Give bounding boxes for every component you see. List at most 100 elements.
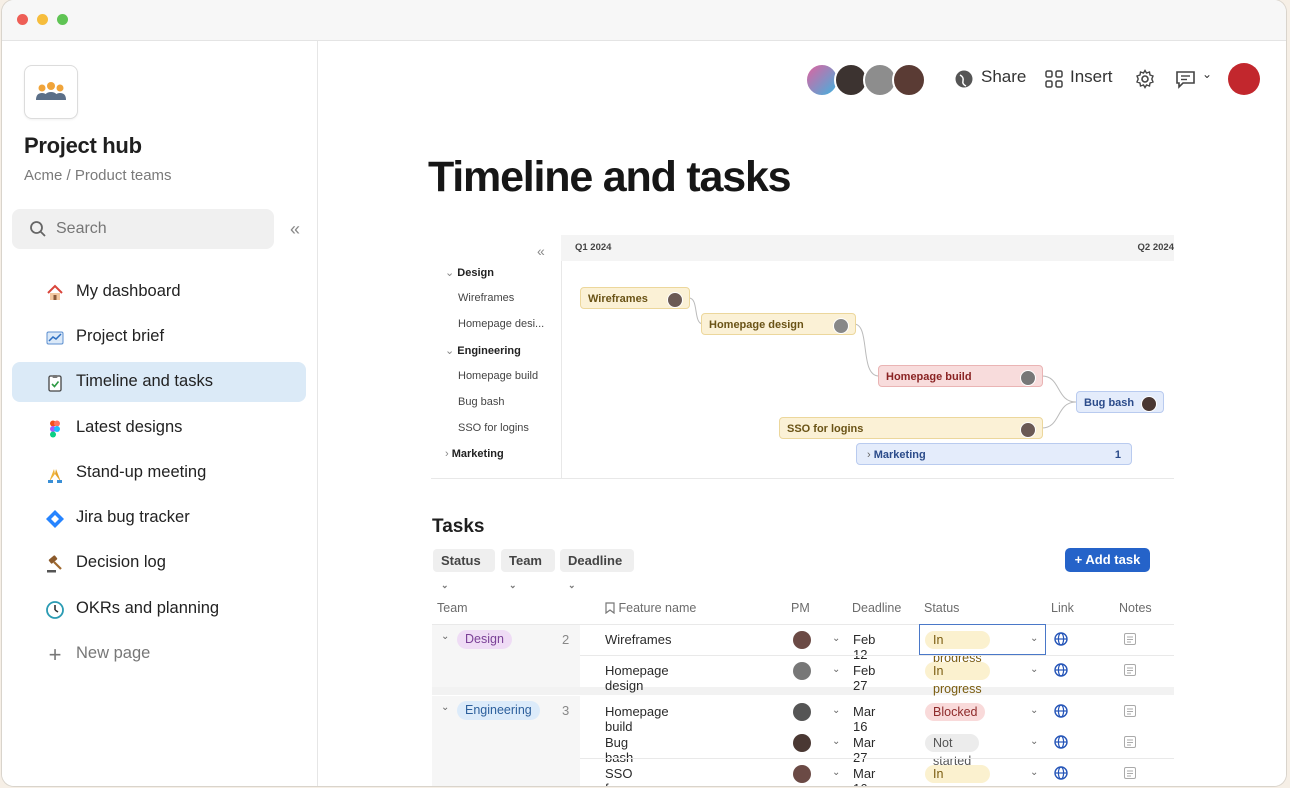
sidebar-item-jira-bug-tracker[interactable]: Jira bug tracker xyxy=(12,498,306,538)
chevron-down-icon[interactable]: ⌄ xyxy=(832,664,840,675)
deadline-value[interactable]: Feb 12 xyxy=(853,632,875,662)
close-window-button[interactable] xyxy=(17,14,28,25)
chevron-down-icon[interactable]: ⌄ xyxy=(1030,767,1038,778)
page-title: Timeline and tasks xyxy=(428,153,792,201)
sidebar-item-my-dashboard[interactable]: My dashboard xyxy=(12,272,306,312)
maximize-window-button[interactable] xyxy=(57,14,68,25)
nav-label: Decision log xyxy=(76,553,166,571)
insert-label: Insert xyxy=(1070,67,1113,86)
feature-name[interactable]: Wireframes xyxy=(605,632,671,647)
notes-icon[interactable] xyxy=(1124,633,1136,645)
chevron-down-icon[interactable]: ⌄ xyxy=(1030,705,1038,716)
chevron-down-icon[interactable]: ⌄ xyxy=(832,705,840,716)
notes-icon[interactable] xyxy=(1124,736,1136,748)
column-header-status[interactable]: Status xyxy=(924,601,959,615)
status-badge[interactable]: In progress xyxy=(925,765,990,786)
sidebar-item-timeline-and-tasks[interactable]: Timeline and tasks xyxy=(12,362,306,402)
people-icon xyxy=(36,82,66,100)
timeline-bar-homepage-build[interactable]: Homepage build xyxy=(878,365,1043,387)
bar-label: Homepage design xyxy=(709,319,804,331)
sidebar-item-okrs-and-planning[interactable]: OKRs and planning xyxy=(12,589,306,629)
deadline-value[interactable]: Mar 16 xyxy=(853,704,875,734)
nav-label: Jira bug tracker xyxy=(76,508,190,526)
chevron-down-icon[interactable]: ⌄ xyxy=(441,702,449,713)
search-input[interactable]: Search xyxy=(12,209,274,249)
notes-icon[interactable] xyxy=(1124,664,1136,676)
avatar[interactable] xyxy=(793,631,811,649)
chevron-down-icon[interactable]: ⌄ xyxy=(441,631,449,642)
bar-label: SSO for logins xyxy=(787,423,864,435)
timeline-bar-homepage-design[interactable]: Homepage design xyxy=(701,313,856,335)
workspace-title: Project hub xyxy=(24,133,142,158)
bar-label: Homepage build xyxy=(886,371,972,383)
globe-icon[interactable] xyxy=(1054,704,1068,718)
globe-icon[interactable] xyxy=(1054,766,1068,780)
status-badge[interactable]: Blocked xyxy=(925,703,986,721)
chevron-down-icon[interactable]: ⌄ xyxy=(1030,736,1038,747)
grid-icon xyxy=(1045,70,1063,88)
sidebar-item-stand-up-meeting[interactable]: Stand-up meeting xyxy=(12,453,306,493)
chevron-right-icon: › xyxy=(867,449,874,461)
status-badge[interactable]: Not started xyxy=(925,734,980,768)
filter-deadline[interactable]: Deadline ⌄ xyxy=(560,549,634,590)
chevron-down-icon[interactable]: ⌄ xyxy=(832,767,840,778)
column-header-feature[interactable]: Feature name xyxy=(605,601,696,615)
feature-name[interactable]: Homepage design xyxy=(605,663,669,693)
column-header-link[interactable]: Link xyxy=(1051,601,1074,615)
minimize-window-button[interactable] xyxy=(37,14,48,25)
sidebar-item-latest-designs[interactable]: Latest designs xyxy=(12,408,306,448)
deadline-value[interactable]: Feb 27 xyxy=(853,663,875,693)
settings-button[interactable] xyxy=(1135,67,1157,91)
notes-icon[interactable] xyxy=(1124,767,1136,779)
sidebar-item-project-brief[interactable]: Project brief xyxy=(12,317,306,357)
column-header-team[interactable]: Team xyxy=(437,601,468,615)
avatar[interactable] xyxy=(793,662,811,680)
timeline-bar-marketing[interactable]: › Marketing 1 xyxy=(856,443,1132,465)
workspace-logo[interactable] xyxy=(24,65,78,119)
user-avatar[interactable] xyxy=(1228,63,1260,95)
team-badge-engineering[interactable]: Engineering xyxy=(457,701,540,720)
timeline-bar-sso-for-logins[interactable]: SSO for logins xyxy=(779,417,1043,439)
deadline-value[interactable]: Mar 27 xyxy=(853,735,875,765)
status-badge[interactable]: In progress xyxy=(925,662,990,696)
avatar[interactable] xyxy=(892,63,926,97)
plus-icon: + xyxy=(48,642,62,667)
comments-button[interactable]: ⌄ xyxy=(1175,67,1215,91)
avatar[interactable] xyxy=(793,765,811,783)
chevron-down-icon[interactable]: ⌄ xyxy=(1030,664,1038,675)
avatar xyxy=(1020,370,1036,386)
avatar[interactable] xyxy=(793,734,811,752)
collapse-sidebar-icon[interactable]: « xyxy=(285,219,305,239)
column-header-notes[interactable]: Notes xyxy=(1119,601,1152,615)
add-task-button[interactable]: + Add task xyxy=(1065,548,1150,572)
team-badge-design[interactable]: Design xyxy=(457,630,512,649)
feature-name[interactable]: Homepage build xyxy=(605,704,669,734)
filter-status[interactable]: Status ⌄ xyxy=(433,549,495,590)
sidebar-item-decision-log[interactable]: Decision log xyxy=(12,543,306,583)
filter-label: Team xyxy=(509,553,542,568)
chevron-down-icon: ⌄ xyxy=(1202,67,1213,81)
notes-icon[interactable] xyxy=(1124,705,1136,717)
timeline-bar-bug-bash[interactable]: Bug bash xyxy=(1076,391,1164,413)
column-header-deadline[interactable]: Deadline xyxy=(852,601,901,615)
filter-team[interactable]: Team ⌄ xyxy=(501,549,555,590)
chevron-down-icon[interactable]: ⌄ xyxy=(832,633,840,644)
new-page-button[interactable]: + New page xyxy=(12,634,306,674)
feature-name[interactable]: Bug bash xyxy=(605,735,633,765)
chevron-down-icon[interactable]: ⌄ xyxy=(832,736,840,747)
feature-name[interactable]: SSO for logins xyxy=(605,766,639,786)
deadline-value[interactable]: Mar 16 xyxy=(853,766,875,786)
search-icon xyxy=(30,221,46,237)
workspace-breadcrumb[interactable]: Acme / Product teams xyxy=(24,167,172,184)
timeline-bar-wireframes[interactable]: Wireframes xyxy=(580,287,690,309)
divider xyxy=(580,655,1174,656)
app-window: Project hub Acme / Product teams Search … xyxy=(2,0,1286,786)
nav-label: New page xyxy=(76,644,151,662)
nav-label: Stand-up meeting xyxy=(76,463,207,481)
globe-icon[interactable] xyxy=(1054,735,1068,749)
globe-icon[interactable] xyxy=(1054,663,1068,677)
avatar[interactable] xyxy=(793,703,811,721)
column-header-pm[interactable]: PM xyxy=(791,601,810,615)
avatar xyxy=(667,292,683,308)
globe-icon[interactable] xyxy=(1054,632,1068,646)
